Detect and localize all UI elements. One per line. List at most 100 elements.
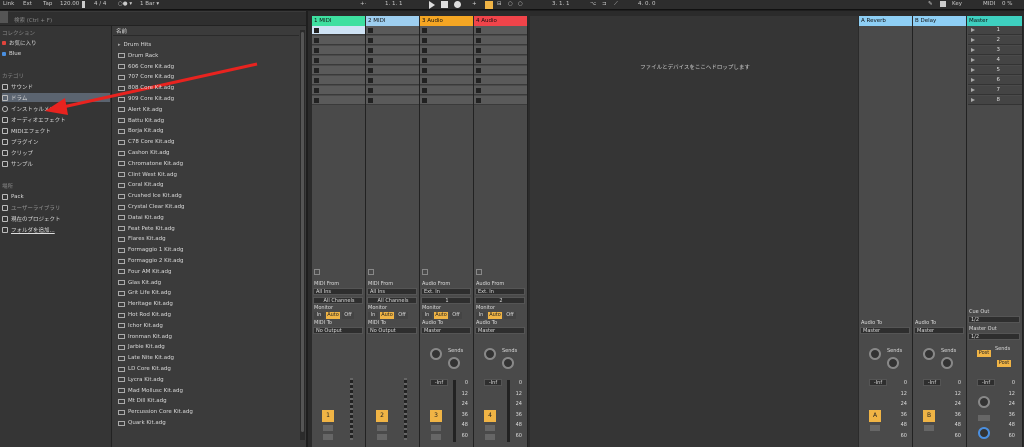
clip-slot[interactable] <box>366 36 419 45</box>
clip-slot[interactable] <box>312 36 365 45</box>
record-arm-button[interactable] <box>431 434 441 440</box>
input-type-select[interactable]: Ext. In <box>421 288 471 295</box>
input-channel-select[interactable]: 1 <box>421 297 471 304</box>
file-row[interactable]: Drum Rack <box>118 51 158 61</box>
file-row[interactable]: Mad Mollusc Kit.adg <box>118 386 183 396</box>
post-a-button[interactable]: Post <box>977 350 991 357</box>
clip-slot[interactable] <box>474 36 527 45</box>
play-icon[interactable] <box>429 1 435 9</box>
output-type-select[interactable]: No Output <box>367 327 417 334</box>
clip-stop-button-icon[interactable] <box>314 78 319 83</box>
sidebar-item-blue[interactable]: Blue <box>2 49 110 58</box>
key-map-icon[interactable] <box>940 1 946 7</box>
send-a-knob[interactable] <box>430 348 442 360</box>
file-row[interactable]: Feat Pete Kit.adg <box>118 224 175 234</box>
clip-slot[interactable] <box>420 96 473 105</box>
key-map-button[interactable]: Key <box>952 1 962 7</box>
clip-slot[interactable] <box>420 66 473 75</box>
solo-button[interactable] <box>485 425 495 431</box>
clip-slot[interactable] <box>474 46 527 55</box>
scene-play-icon[interactable] <box>971 48 975 52</box>
clip-stop-button-icon[interactable] <box>422 98 427 103</box>
clip-stop-button-icon[interactable] <box>314 28 319 33</box>
file-row[interactable]: 808 Core Kit.adg <box>118 83 174 93</box>
monitor-auto-button[interactable]: Auto <box>326 312 340 319</box>
monitor-off-button[interactable]: Off <box>342 312 354 319</box>
monitor-in-button[interactable]: In <box>476 312 486 319</box>
return-track-header[interactable]: B Delay <box>913 16 966 26</box>
file-row[interactable]: Percussion Core Kit.adg <box>118 407 193 417</box>
clip-stop-button-icon[interactable] <box>422 88 427 93</box>
track-activator-button[interactable]: 3 <box>430 410 442 422</box>
file-row[interactable]: Crystal Clear Kit.adg <box>118 202 185 212</box>
cue-out-select[interactable]: 1/2 <box>968 316 1020 323</box>
clip-slot[interactable] <box>420 36 473 45</box>
cue-knob[interactable] <box>978 427 990 439</box>
tempo-field[interactable]: 120.00 <box>60 1 79 7</box>
input-channel-select[interactable]: 2 <box>475 297 525 304</box>
loop-switch-icon[interactable]: ⌥ <box>590 1 596 7</box>
sidebar-item-current-project[interactable]: 現在のプロジェクト <box>2 214 110 223</box>
record-arm-button[interactable] <box>485 434 495 440</box>
file-row[interactable]: Cashon Kit.adg <box>118 148 170 158</box>
file-row[interactable]: Crushed Ice Kit.adg <box>118 191 182 201</box>
clip-stop-button-icon[interactable] <box>368 38 373 43</box>
file-row[interactable]: Coral Kit.adg <box>118 180 164 190</box>
monitor-off-button[interactable]: Off <box>504 312 516 319</box>
solo-button[interactable] <box>377 425 387 431</box>
clip-slot[interactable] <box>474 66 527 75</box>
volume-display[interactable]: -Inf <box>923 379 941 386</box>
file-row[interactable]: 707 Core Kit.adg <box>118 72 174 82</box>
output-type-select[interactable]: Master <box>475 327 525 334</box>
clip-slot[interactable] <box>312 86 365 95</box>
drop-area[interactable] <box>530 16 858 447</box>
file-row[interactable]: Glas Kit.adg <box>118 278 161 288</box>
clip-slot[interactable] <box>366 26 419 35</box>
track-activator-button[interactable]: 4 <box>484 410 496 422</box>
monitor-off-button[interactable]: Off <box>396 312 408 319</box>
automation-arm-icon[interactable] <box>485 1 493 9</box>
input-channel-select[interactable]: All Channels <box>313 297 363 304</box>
clip-slot[interactable] <box>420 26 473 35</box>
scene-play-icon[interactable] <box>971 88 975 92</box>
track-activator-button[interactable]: 2 <box>376 410 388 422</box>
clip-stop-button-icon[interactable] <box>422 78 427 83</box>
file-row[interactable]: Borja Kit.adg <box>118 126 163 136</box>
clip-slot[interactable] <box>366 46 419 55</box>
input-type-select[interactable]: Ext. In <box>475 288 525 295</box>
sidebar-item-packs[interactable]: Pack <box>2 192 110 201</box>
scene-play-icon[interactable] <box>971 98 975 102</box>
tempo-nudge-icon[interactable] <box>82 1 85 8</box>
clip-slot[interactable] <box>474 56 527 65</box>
sidebar-item-favorites[interactable]: お気に入り <box>2 38 110 47</box>
browser-toggle-icon[interactable] <box>0 11 8 23</box>
clip-stop-button-icon[interactable] <box>422 48 427 53</box>
clip-slot[interactable] <box>312 46 365 55</box>
clip-stop-button-icon[interactable] <box>476 48 481 53</box>
file-row[interactable]: Four AM Kit.adg <box>118 267 171 277</box>
clip-stop-button-icon[interactable] <box>476 98 481 103</box>
clip-slot[interactable] <box>366 96 419 105</box>
track-activator-button[interactable]: A <box>869 410 881 422</box>
master-out-select[interactable]: 1/2 <box>968 333 1020 340</box>
scene-play-icon[interactable] <box>971 38 975 42</box>
send-a-knob[interactable] <box>484 348 496 360</box>
clip-slot[interactable] <box>366 76 419 85</box>
scene-launch-button[interactable]: 4 <box>968 56 1022 65</box>
clip-stop-button-icon[interactable] <box>422 68 427 73</box>
send-b-knob[interactable] <box>887 357 899 369</box>
clip-slot[interactable] <box>312 26 365 35</box>
scene-launch-button[interactable]: 2 <box>968 36 1022 45</box>
session-record-icon[interactable]: ⊟ <box>497 1 502 7</box>
track-activator-button[interactable]: B <box>923 410 935 422</box>
scene-play-icon[interactable] <box>971 78 975 82</box>
send-a-knob[interactable] <box>923 348 935 360</box>
clip-stop-button-icon[interactable] <box>368 88 373 93</box>
monitor-in-button[interactable]: In <box>422 312 432 319</box>
sidebar-item-add-folder[interactable]: フォルダを追加... <box>2 225 110 234</box>
scene-launch-button[interactable]: 6 <box>968 76 1022 85</box>
track-header[interactable]: 4 Audio <box>474 16 527 26</box>
track-header[interactable]: 1 MIDI <box>312 16 365 26</box>
volume-display[interactable]: -Inf <box>484 379 502 386</box>
clip-stop-button-icon[interactable] <box>476 28 481 33</box>
